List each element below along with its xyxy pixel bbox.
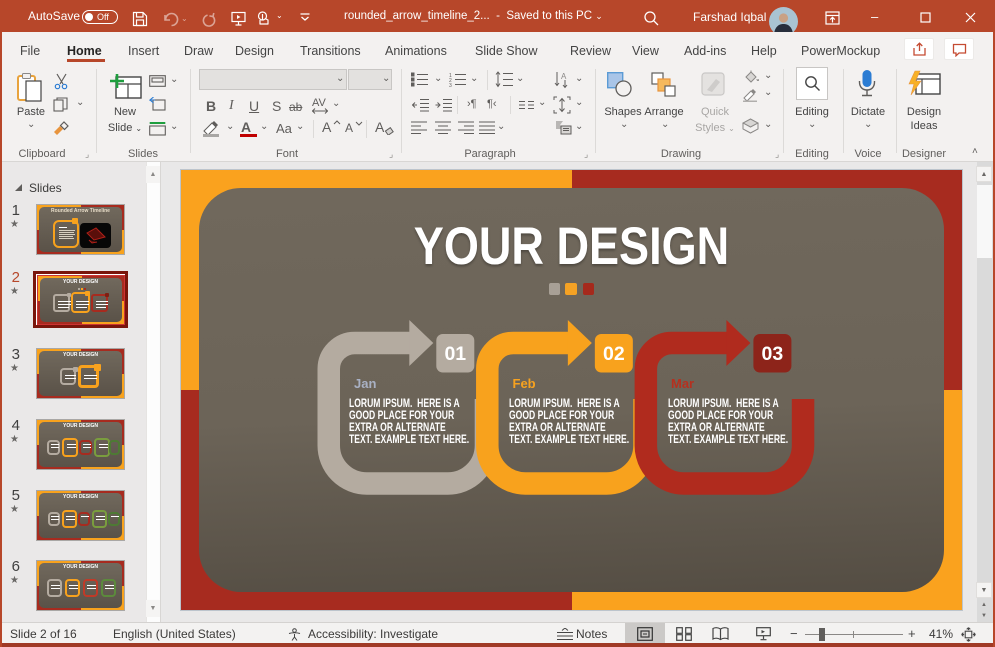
- svg-text:03: 03: [762, 343, 784, 365]
- svg-text:3: 3: [449, 83, 452, 87]
- svg-text:A: A: [561, 72, 567, 81]
- svg-text:01: 01: [444, 343, 466, 365]
- svg-text:02: 02: [603, 343, 625, 365]
